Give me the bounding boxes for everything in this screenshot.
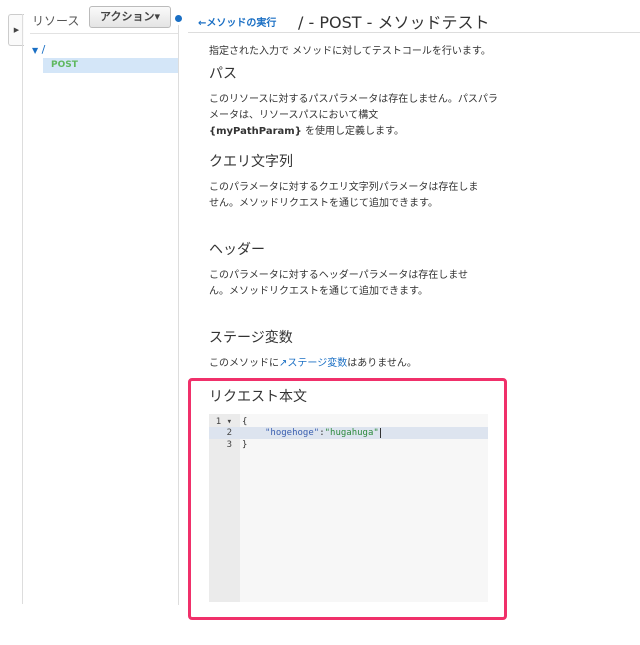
stage-link-label: ステージ変数	[287, 358, 348, 369]
resize-handle[interactable]	[175, 15, 182, 22]
back-link-label: メソッドの実行	[206, 18, 277, 29]
main-content: 指定された入力で メソッドに対してテストコールを行います。 パス このリソースに…	[209, 44, 509, 372]
header-text: このパラメータに対するヘッダーパラメータは存在しません。メソッドリクエストを通じ…	[209, 270, 468, 297]
json-value: "hugahuga"	[324, 428, 379, 438]
divider	[22, 14, 23, 604]
stage-variables-link[interactable]: ↗ステージ変数	[279, 358, 347, 369]
query-heading: クエリ文字列	[209, 154, 293, 170]
stage-text-1: このメソッドに	[209, 358, 279, 369]
actions-button[interactable]: アクション▾	[89, 6, 171, 28]
tree-item-label: /	[41, 43, 46, 56]
divider	[178, 25, 179, 605]
path-heading: パス	[209, 66, 237, 82]
code-line: "hogehoge":"hugahuga"	[265, 427, 381, 439]
page-title: / - POST - メソッドテスト	[298, 13, 490, 32]
code-line: }	[242, 440, 248, 450]
divider	[188, 32, 640, 33]
tree-item-root[interactable]: ▼ /	[32, 43, 45, 56]
text-cursor	[379, 428, 381, 438]
path-param: {myPathParam}	[209, 126, 302, 137]
path-text: このリソースに対するパスパラメータは存在しません。パスパラメータは、リソースパス…	[209, 92, 499, 140]
stage-text: このメソッドに↗ステージ変数はありません。	[209, 356, 509, 372]
path-text-1: このリソースに対するパスパラメータは存在しません。パスパラメータは、リソースパス…	[209, 94, 498, 121]
query-text: このパラメータに対するクエリ文字列パラメータは存在しません。メソッドリクエストを…	[209, 182, 479, 209]
code-line: {	[242, 417, 248, 427]
back-link[interactable]: ←メソッドの実行	[198, 14, 276, 29]
divider	[30, 33, 178, 34]
tree-item-post[interactable]: POST	[43, 58, 178, 73]
line-number: 2	[226, 428, 232, 438]
caret-down-icon: ▼	[32, 46, 39, 55]
request-body-editor[interactable]: 1 ▾ 2 3 { "hogehoge":"hugahuga" }	[209, 414, 488, 602]
stage-text-2: はありません。	[347, 358, 417, 369]
header-heading: ヘッダー	[209, 242, 265, 258]
json-key: "hogehoge"	[265, 428, 320, 438]
intro-text: 指定された入力で メソッドに対してテストコールを行います。	[209, 46, 491, 57]
sidebar-title: リソース	[32, 14, 80, 28]
request-body-heading: リクエスト本文	[209, 389, 307, 405]
line-number: 3	[226, 440, 232, 450]
path-text-2: を使用し定義します。	[301, 126, 404, 137]
stage-heading: ステージ変数	[209, 330, 293, 346]
